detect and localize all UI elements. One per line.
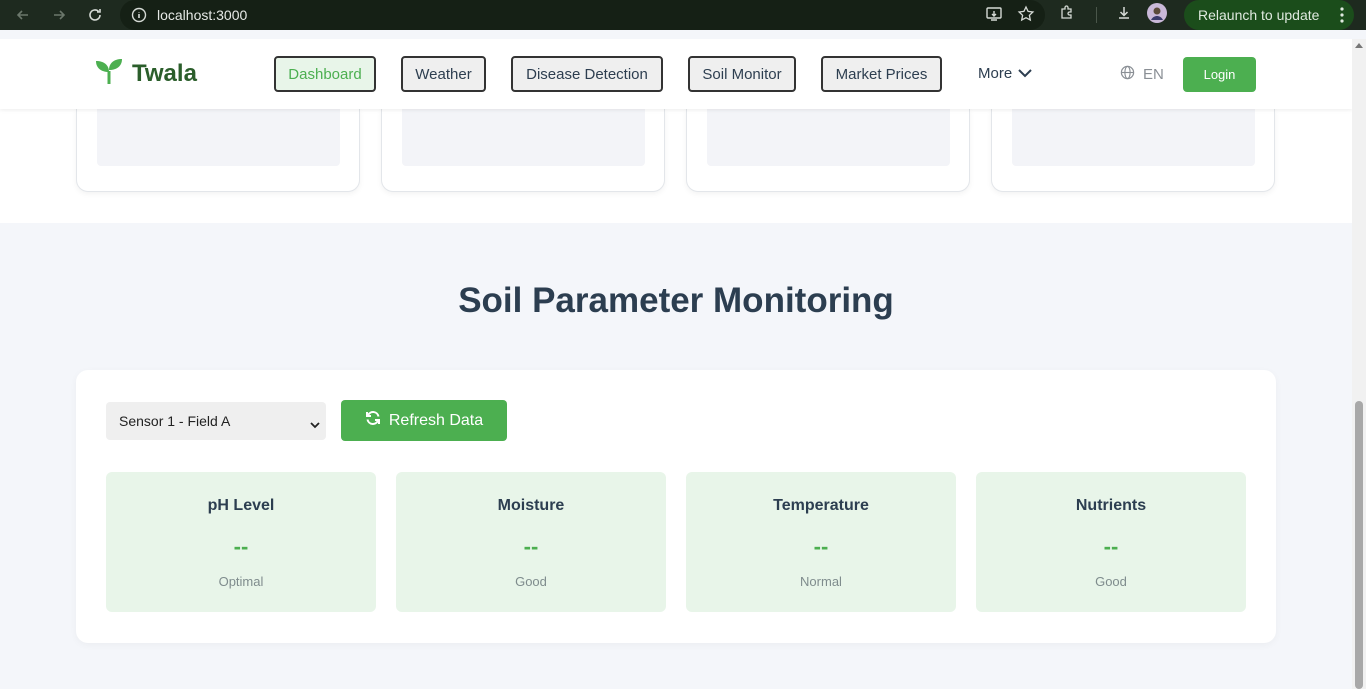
nav-disease-detection[interactable]: Disease Detection [511,56,663,92]
forward-icon[interactable] [44,0,74,30]
sensor-select-value: Sensor 1 - Field A [119,413,231,429]
refresh-data-button[interactable]: Refresh Data [341,400,507,441]
install-app-icon[interactable] [985,5,1003,28]
sprout-icon [94,57,124,90]
metric-label: Nutrients [1075,497,1147,514]
metric-label: pH Level [207,497,275,514]
chevron-down-icon [310,416,320,432]
metric-card-moisture: Moisture -- Good [396,472,666,612]
profile-avatar[interactable] [1147,2,1167,28]
metric-value: -- [813,534,829,559]
address-bar[interactable]: localhost:3000 [120,0,1045,30]
more-menu-icon[interactable] [1340,7,1344,26]
page-scrollbar[interactable] [1352,39,1366,689]
nav-market-prices[interactable]: Market Prices [821,56,942,92]
nav-soil-monitor[interactable]: Soil Monitor [688,56,796,92]
card-placeholder [707,109,950,166]
metric-value: -- [233,534,249,559]
metric-label: Temperature [773,497,869,514]
metric-status: Normal [800,574,842,589]
url-text: localhost:3000 [157,7,248,23]
section-title: Soil Parameter Monitoring [458,281,894,320]
metric-card-temperature: Temperature -- Normal [686,472,956,612]
metric-value: -- [523,534,539,559]
metric-card-ph: pH Level -- Optimal [106,472,376,612]
brand-logo[interactable]: Twala [94,57,197,90]
back-icon[interactable] [8,0,38,30]
page-viewport: Twala Dashboard Weather Disease Detectio… [0,39,1352,689]
download-icon[interactable] [1115,4,1133,27]
scroll-up-icon[interactable] [1355,43,1363,48]
nav-dashboard[interactable]: Dashboard [274,56,376,92]
language-label: EN [1143,66,1164,83]
metric-status: Good [1095,574,1127,589]
scrollbar-thumb[interactable] [1355,401,1363,689]
dashboard-card [686,109,970,192]
nav-weather[interactable]: Weather [401,56,486,92]
soil-panel: Sensor 1 - Field A Refresh Data pH Level… [76,370,1276,643]
metric-label: Moisture [497,497,565,514]
metric-value: -- [1103,534,1119,559]
site-header: Twala Dashboard Weather Disease Detectio… [0,39,1352,109]
metric-card-nutrients: Nutrients -- Good [976,472,1246,612]
metric-status: Good [515,574,547,589]
toolbar-divider [1096,7,1097,23]
extensions-icon[interactable] [1058,4,1076,27]
card-placeholder [1012,109,1255,166]
language-selector[interactable]: EN [1120,65,1164,84]
globe-icon [1120,65,1135,84]
refresh-icon [365,410,381,431]
relaunch-label: Relaunch to update [1198,7,1320,23]
card-placeholder [402,109,645,166]
dashboard-cards-area [0,109,1352,223]
brand-name: Twala [132,59,197,87]
reload-icon[interactable] [80,0,110,30]
metric-status: Optimal [218,574,264,589]
dashboard-card [76,109,360,192]
bookmark-star-icon[interactable] [1017,5,1035,28]
site-info-icon[interactable] [130,6,148,24]
login-button[interactable]: Login [1183,57,1256,92]
browser-actions [1058,0,1167,30]
dashboard-card [381,109,665,192]
more-label: More [978,65,1013,82]
more-menu[interactable]: More [978,65,1032,82]
card-placeholder [97,109,340,166]
sensor-select[interactable]: Sensor 1 - Field A [106,402,326,440]
dashboard-card [991,109,1275,192]
chevron-down-icon [1018,65,1032,82]
refresh-label: Refresh Data [388,411,484,429]
relaunch-button[interactable]: Relaunch to update [1184,0,1354,30]
